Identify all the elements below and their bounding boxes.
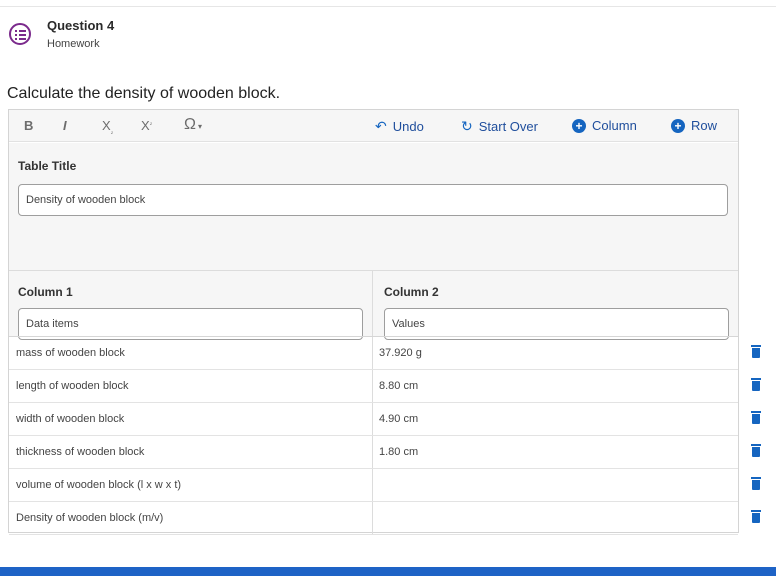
table-meta-area: Table Title Density of wooden block Colu… bbox=[9, 143, 738, 368]
superscript-button[interactable]: X₂ bbox=[141, 118, 152, 133]
list-icon bbox=[9, 23, 31, 45]
bold-button[interactable]: B bbox=[24, 118, 33, 133]
top-divider bbox=[0, 6, 776, 7]
table-row: volume of wooden block (l x w x t) bbox=[9, 469, 738, 502]
row-value-cell[interactable]: 8.80 cm bbox=[373, 370, 738, 402]
row-value-cell[interactable]: 4.90 cm bbox=[373, 403, 738, 435]
question-prompt: Calculate the density of wooden block. bbox=[7, 85, 281, 102]
row-value-cell[interactable] bbox=[373, 469, 738, 501]
row-item-cell[interactable]: width of wooden block bbox=[9, 403, 373, 435]
editor-toolbar: B I X₂ X₂ Ω ▾ ↶ Undo ↻ Start Over + Colum… bbox=[9, 110, 738, 142]
row-item-cell[interactable]: mass of wooden block bbox=[9, 337, 373, 369]
add-row-label: Row bbox=[691, 118, 718, 133]
row-item-cell[interactable]: Density of wooden block (m/v) bbox=[9, 502, 373, 534]
add-column-button[interactable]: + Column bbox=[572, 118, 637, 133]
omega-icon: Ω bbox=[184, 116, 196, 133]
start-over-button[interactable]: ↻ Start Over bbox=[461, 118, 538, 135]
row-value-cell[interactable]: 1.80 cm bbox=[373, 436, 738, 468]
special-characters-button[interactable]: Ω ▾ bbox=[184, 116, 202, 134]
delete-row-trash-icon[interactable] bbox=[751, 477, 761, 490]
data-table: mass of wooden block 37.920 g length of … bbox=[9, 336, 738, 535]
question-header: Question 4 Homework bbox=[9, 18, 114, 50]
table-row: thickness of wooden block 1.80 cm bbox=[9, 436, 738, 469]
undo-label: Undo bbox=[392, 119, 424, 134]
refresh-icon: ↻ bbox=[461, 118, 473, 134]
italic-button[interactable]: I bbox=[63, 118, 67, 133]
column-1-label: Column 1 bbox=[18, 285, 73, 299]
table-row: mass of wooden block 37.920 g bbox=[9, 337, 738, 370]
question-subtitle: Homework bbox=[47, 38, 100, 50]
bottom-bar bbox=[0, 567, 776, 576]
add-column-label: Column bbox=[592, 118, 637, 133]
table-row: Density of wooden block (m/v) bbox=[9, 502, 738, 535]
subscript-button[interactable]: X₂ bbox=[102, 118, 113, 136]
undo-button[interactable]: ↶ Undo bbox=[375, 118, 424, 135]
row-item-cell[interactable]: thickness of wooden block bbox=[9, 436, 373, 468]
row-item-cell[interactable]: length of wooden block bbox=[9, 370, 373, 402]
row-item-cell[interactable]: volume of wooden block (l x w x t) bbox=[9, 469, 373, 501]
plus-circle-icon: + bbox=[671, 118, 685, 133]
table-title-label: Table Title bbox=[18, 159, 77, 173]
table-row: width of wooden block 4.90 cm bbox=[9, 403, 738, 436]
meta-divider bbox=[9, 270, 738, 271]
delete-row-trash-icon[interactable] bbox=[751, 345, 761, 358]
row-value-cell[interactable] bbox=[373, 502, 738, 534]
chevron-down-icon: ▾ bbox=[197, 122, 202, 131]
table-editor: B I X₂ X₂ Ω ▾ ↶ Undo ↻ Start Over + Colum… bbox=[8, 109, 739, 535]
row-value-cell[interactable]: 37.920 g bbox=[373, 337, 738, 369]
delete-row-trash-icon[interactable] bbox=[751, 378, 761, 391]
table-title-input[interactable]: Density of wooden block bbox=[18, 184, 728, 216]
start-over-label: Start Over bbox=[478, 119, 538, 134]
delete-row-trash-icon[interactable] bbox=[751, 444, 761, 457]
table-row: length of wooden block 8.80 cm bbox=[9, 370, 738, 403]
question-title: Question 4 bbox=[47, 18, 115, 33]
delete-row-trash-icon[interactable] bbox=[751, 510, 761, 523]
delete-row-trash-icon[interactable] bbox=[751, 411, 761, 424]
plus-circle-icon: + bbox=[572, 118, 586, 133]
undo-icon: ↶ bbox=[375, 118, 387, 134]
column-2-label: Column 2 bbox=[384, 285, 439, 299]
add-row-button[interactable]: + Row bbox=[671, 118, 717, 133]
